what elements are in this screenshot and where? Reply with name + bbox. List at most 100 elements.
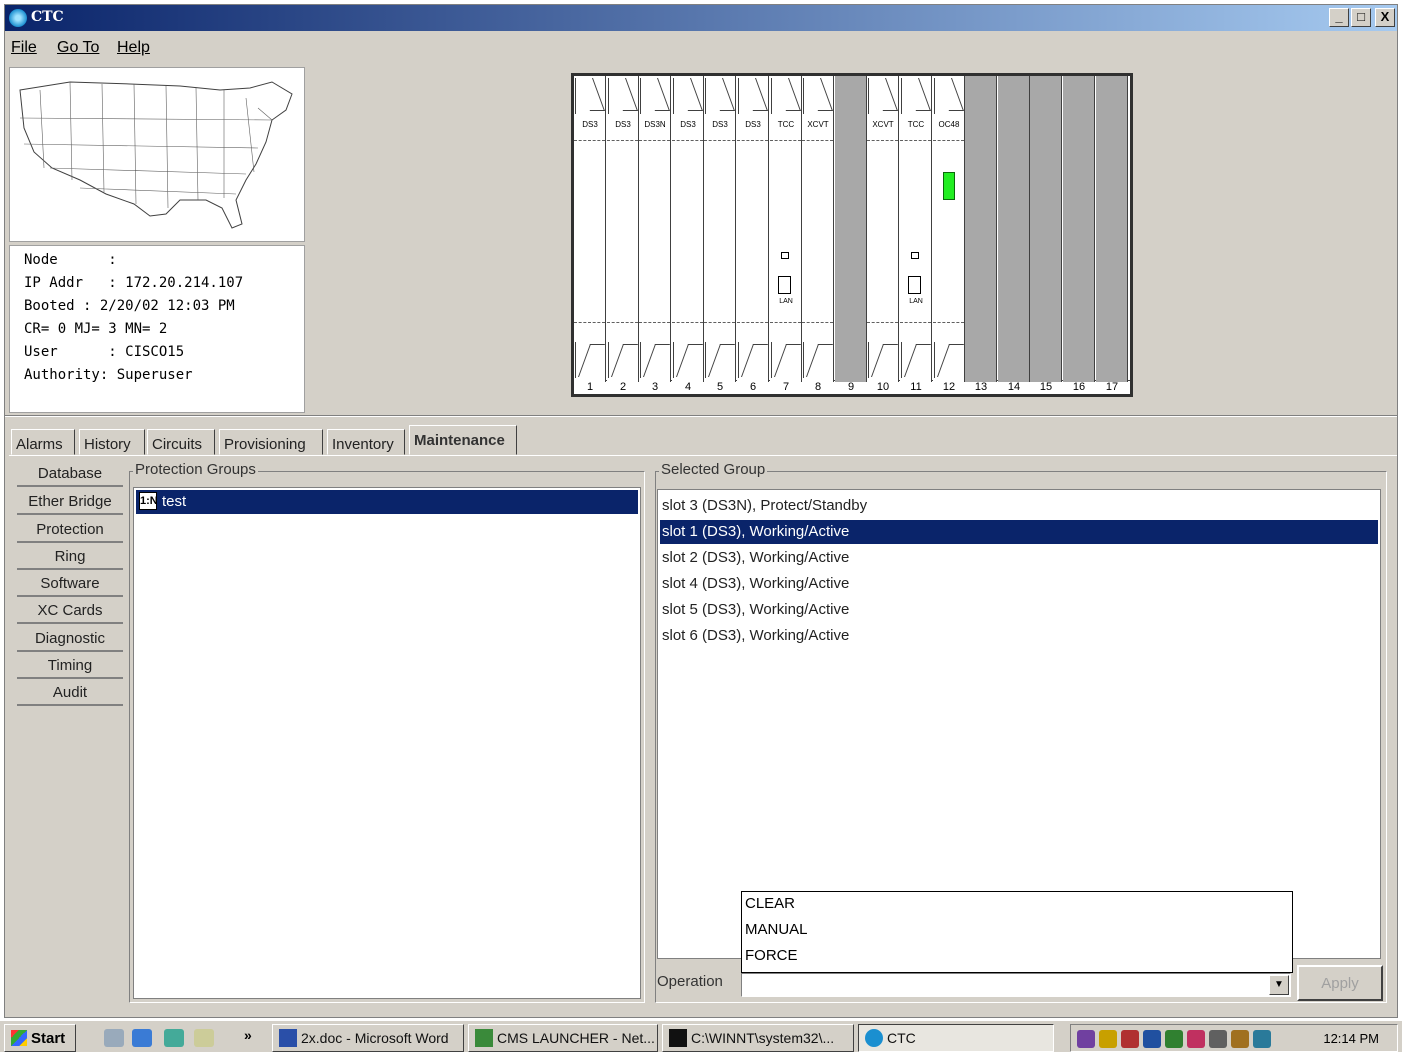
selected-group-row[interactable]: slot 2 (DS3), Working/Active [660, 546, 1378, 570]
start-label: Start [31, 1030, 66, 1047]
task-word[interactable]: 2x.doc - Microsoft Word [272, 1024, 464, 1052]
close-button[interactable]: X [1375, 8, 1395, 27]
console-icon [669, 1029, 687, 1047]
card-divider [900, 322, 931, 323]
selected-group-row[interactable]: slot 6 (DS3), Working/Active [660, 624, 1378, 648]
card-latch-top [575, 78, 604, 114]
slot-12[interactable]: OC48 [933, 76, 965, 382]
menu-goto[interactable]: Go To [57, 39, 99, 57]
task-ctc-label: CTC [887, 1030, 916, 1046]
sidebar-item-protection[interactable]: Protection [17, 517, 123, 543]
card-divider [900, 140, 931, 141]
sidebar-item-ring[interactable]: Ring [17, 544, 123, 570]
tab-inventory[interactable]: Inventory [327, 429, 405, 455]
maximize-button[interactable]: □ [1351, 8, 1371, 27]
network-map[interactable] [9, 67, 305, 242]
node-line: Node : [24, 252, 117, 268]
option-force[interactable]: FORCE [742, 944, 1292, 970]
show-desktop-icon[interactable] [104, 1029, 124, 1047]
tray-volume-icon[interactable] [1231, 1030, 1249, 1048]
alarm-counts-line: CR= 0 MJ= 3 MN= 2 [24, 321, 168, 337]
selected-group-row[interactable]: slot 3 (DS3N), Protect/Standby [660, 494, 1378, 518]
tray-search-icon[interactable] [1187, 1030, 1205, 1048]
launcher-icon[interactable] [164, 1029, 184, 1047]
tray-security-icon[interactable] [1143, 1030, 1161, 1048]
apply-button[interactable]: Apply [1297, 965, 1383, 1001]
task-cms-label: CMS LAUNCHER - Net... [497, 1030, 655, 1046]
sidebar-item-database[interactable]: Database [17, 461, 123, 487]
slot-number: 17 [1105, 381, 1119, 393]
tray-device-icon[interactable] [1209, 1030, 1227, 1048]
slot-10[interactable]: XCVT [867, 76, 899, 382]
selected-group-list[interactable]: slot 3 (DS3N), Protect/Standby slot 1 (DS… [657, 489, 1381, 959]
quicklaunch-overflow[interactable]: » [244, 1027, 252, 1043]
operation-select[interactable] [741, 973, 1291, 997]
tray-sync-icon[interactable] [1165, 1030, 1183, 1048]
sidebar-item-audit[interactable]: Audit [17, 680, 123, 706]
card-divider [867, 140, 898, 141]
protection-group-row[interactable]: 1:N test [136, 490, 638, 514]
task-cms-launcher[interactable]: CMS LAUNCHER - Net... [468, 1024, 658, 1052]
tray-shield-icon[interactable] [1077, 1030, 1095, 1048]
slot-15[interactable] [1030, 76, 1062, 382]
internet-explorer-icon[interactable] [132, 1029, 152, 1047]
option-manual[interactable]: MANUAL [742, 918, 1292, 944]
dropdown-arrow-icon[interactable]: ▼ [1269, 975, 1289, 995]
sidebar-item-diagnostic[interactable]: Diagnostic [17, 626, 123, 652]
card-divider [672, 140, 703, 141]
slot-3[interactable]: DS3N [639, 76, 671, 382]
sidebar-item-timing[interactable]: Timing [17, 653, 123, 679]
minimize-button[interactable]: _ [1329, 8, 1349, 27]
port-icon [781, 252, 789, 259]
shelf-view[interactable]: 1 2 3 4 5 6 7 8 9 10 11 12 13 14 15 16 17 DS3 DS3 DS3N DS3 D… [571, 73, 1133, 397]
slot-8[interactable]: XCVT [802, 76, 834, 382]
selected-group-row[interactable]: slot 5 (DS3), Working/Active [660, 598, 1378, 622]
start-button[interactable]: Start [4, 1024, 76, 1052]
selected-group-row[interactable]: slot 1 (DS3), Working/Active [660, 520, 1378, 544]
tab-maintenance[interactable]: Maintenance [409, 425, 517, 455]
slot-7[interactable]: TCC LAN [770, 76, 802, 382]
card-latch-bottom [868, 342, 897, 378]
title-bar[interactable]: CTC _ □ X [5, 5, 1397, 31]
tray-network-icon[interactable] [1099, 1030, 1117, 1048]
menu-file[interactable]: File [11, 39, 37, 57]
lan-port-icon [908, 276, 921, 294]
slot-16[interactable] [1063, 76, 1095, 382]
tab-circuits[interactable]: Circuits [147, 429, 215, 455]
slot-number: 12 [942, 381, 956, 393]
slot-4[interactable]: DS3 [672, 76, 704, 382]
operation-dropdown-list[interactable]: CLEAR MANUAL FORCE [741, 891, 1293, 973]
menu-help[interactable]: Help [117, 39, 150, 57]
protection-groups-list[interactable]: 1:N test [133, 487, 641, 999]
explorer-icon[interactable] [194, 1029, 214, 1047]
slot-1[interactable]: DS3 [574, 76, 606, 382]
card-latch-bottom [771, 342, 800, 378]
tab-provisioning[interactable]: Provisioning [219, 429, 323, 455]
slot-11[interactable]: TCC LAN [900, 76, 932, 382]
sidebar-item-ether-bridge[interactable]: Ether Bridge [17, 489, 123, 515]
task-cmd[interactable]: C:\WINNT\system32\... [662, 1024, 854, 1052]
sidebar-item-software[interactable]: Software [17, 571, 123, 597]
card-divider [933, 140, 964, 141]
tray-app-icon[interactable] [1121, 1030, 1139, 1048]
port-icon [911, 252, 919, 259]
slot-6[interactable]: DS3 [737, 76, 769, 382]
task-cmd-label: C:\WINNT\system32\... [691, 1030, 835, 1046]
option-clear[interactable]: CLEAR [742, 892, 1292, 918]
card-latch-top [608, 78, 637, 114]
tab-alarms[interactable]: Alarms [11, 429, 75, 455]
slot-9[interactable] [835, 76, 867, 382]
slot-13[interactable] [965, 76, 997, 382]
slot-2[interactable]: DS3 [607, 76, 639, 382]
divider [5, 415, 1397, 417]
task-ctc[interactable]: CTC [858, 1024, 1054, 1052]
selected-group-row[interactable]: slot 4 (DS3), Working/Active [660, 572, 1378, 596]
slot-17[interactable] [1096, 76, 1128, 382]
sidebar-item-xc-cards[interactable]: XC Cards [17, 598, 123, 624]
tab-history[interactable]: History [79, 429, 145, 455]
slot-14[interactable] [998, 76, 1030, 382]
tray-globe-icon[interactable] [1253, 1030, 1271, 1048]
protection-groups-title: Protection Groups [133, 461, 258, 478]
slot-5[interactable]: DS3 [704, 76, 736, 382]
slot-number: 6 [749, 381, 757, 393]
